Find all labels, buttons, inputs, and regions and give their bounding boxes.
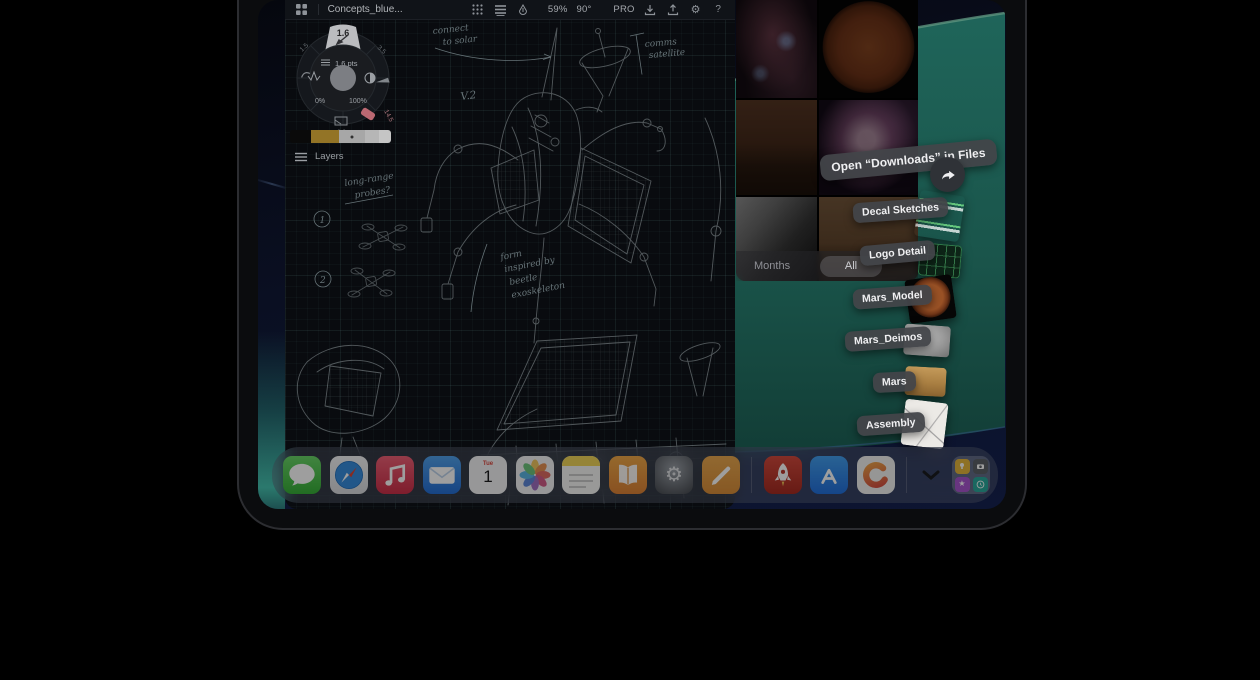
svg-text:long-range: long-range [344, 171, 394, 189]
swatch-black[interactable] [290, 130, 311, 143]
swatch-white[interactable] [379, 130, 391, 143]
forward-arrow-icon [939, 166, 957, 184]
export-share-icon[interactable] [666, 3, 680, 17]
mini-camera-icon [973, 459, 988, 474]
zoom-level[interactable]: 59% [548, 4, 568, 15]
svg-text:inspired by: inspired by [504, 255, 557, 275]
svg-text:satellite: satellite [648, 48, 685, 61]
wheel-center-knob[interactable] [330, 65, 356, 91]
dot-grid-icon[interactable] [471, 3, 485, 17]
settings-gear-glyph: ⚙ [665, 465, 683, 485]
color-swatch-bar[interactable] [290, 130, 391, 143]
dock-icon-photos[interactable] [516, 456, 554, 494]
concepts-toolbar: Concepts_blue... 59% 90° PRO ⚙ ? [285, 0, 735, 20]
chevron-down-icon [922, 470, 940, 480]
layers-icon [295, 152, 307, 162]
mini-clock-icon [973, 477, 988, 492]
dock-icon-calendar[interactable]: Tue 1 [469, 456, 507, 494]
photos-flower-icon [516, 456, 554, 494]
settings-gear-icon[interactable]: ⚙ [689, 3, 703, 17]
svg-text:form: form [499, 249, 523, 263]
swatch-silver-selected[interactable] [339, 130, 365, 143]
pressure-min: 0% [315, 98, 325, 105]
share-forward-button[interactable] [930, 157, 965, 192]
svg-text:connect: connect [432, 23, 469, 37]
swatch-light-gray[interactable] [365, 130, 379, 143]
dock-icon-messages[interactable] [283, 456, 321, 494]
svg-text:2: 2 [319, 276, 326, 286]
mini-tips-icon [955, 459, 970, 474]
dock-icon-notes[interactable] [562, 456, 600, 494]
app-grid-icon[interactable] [295, 3, 309, 17]
dock-icon-books[interactable] [609, 456, 647, 494]
eraser-size: 14.5 [382, 109, 394, 124]
selected-tool-size: 1.6 [337, 28, 350, 38]
layers-button[interactable]: Layers [295, 151, 344, 162]
dock-icon-app-library[interactable]: ★ [952, 456, 990, 494]
dock-icon-app-store[interactable] [810, 456, 848, 494]
svg-text:comms: comms [644, 37, 677, 50]
svg-text:probes?: probes? [354, 185, 391, 201]
music-note-icon [376, 456, 414, 494]
dock-icon-rocket[interactable] [764, 456, 802, 494]
messages-bubble-icon [283, 456, 321, 494]
pro-badge[interactable]: PRO [613, 4, 634, 15]
dock-icon-safari[interactable] [330, 456, 368, 494]
dock-icon-mail[interactable] [423, 456, 461, 494]
photos-app-window[interactable]: Months All [736, 0, 918, 281]
drag-item-label[interactable]: Mars [873, 371, 917, 393]
swatch-gold[interactable] [311, 130, 339, 143]
mech-sketch [421, 28, 721, 343]
app-store-a-icon [810, 456, 848, 494]
safari-compass-icon [330, 456, 368, 494]
concepts-app-window[interactable]: Concepts_blue... 59% 90° PRO ⚙ ? [285, 0, 735, 509]
import-icon[interactable] [644, 3, 658, 17]
mini-star-icon: ★ [955, 477, 970, 492]
rocket-icon [764, 456, 802, 494]
ipad-device: Concepts_blue... 59% 90° PRO ⚙ ? [237, 0, 1027, 530]
dock-icon-settings[interactable]: ⚙ [655, 456, 693, 494]
dock-icon-sketch-pen[interactable] [702, 456, 740, 494]
svg-text:V.2: V.2 [460, 89, 477, 103]
svg-text:exoskeleton: exoskeleton [511, 281, 566, 301]
pressure-max: 100% [349, 98, 367, 105]
dock-divider [906, 457, 907, 493]
help-icon[interactable]: ? [711, 3, 725, 17]
layers-label: Layers [315, 151, 344, 162]
document-title[interactable]: Concepts_blue... [328, 4, 403, 15]
tool-wheel[interactable]: 1.6 1.5 3.5 14.5 6.9 1.6 pts 0% 100% [285, 14, 407, 140]
stacked-lines-icon[interactable] [494, 3, 508, 17]
zoom-option-months[interactable]: Months [754, 251, 790, 281]
mail-envelope-icon [423, 456, 461, 494]
concepts-c-icon [857, 456, 895, 494]
svg-text:1: 1 [320, 216, 326, 226]
svg-text:to solar: to solar [442, 34, 478, 48]
books-open-book-icon [609, 456, 647, 494]
rotation-value[interactable]: 90° [577, 4, 592, 15]
dock-divider [751, 457, 752, 493]
svg-text:beetle: beetle [509, 273, 539, 288]
ipad-screen: Concepts_blue... 59% 90° PRO ⚙ ? [258, 0, 1006, 509]
calendar-day: 1 [469, 467, 507, 486]
dock: Tue 1 [272, 447, 998, 503]
photos-dim-overlay [736, 0, 918, 281]
dock-icon-music[interactable] [376, 456, 414, 494]
pen-icon [702, 456, 740, 494]
toolbar-divider [318, 4, 319, 15]
notes-header [562, 456, 600, 466]
drone-sketches [348, 224, 407, 297]
dock-chevron-down-button[interactable] [918, 456, 944, 494]
pen-nib-icon[interactable] [516, 3, 530, 17]
dock-icon-concepts[interactable] [857, 456, 895, 494]
